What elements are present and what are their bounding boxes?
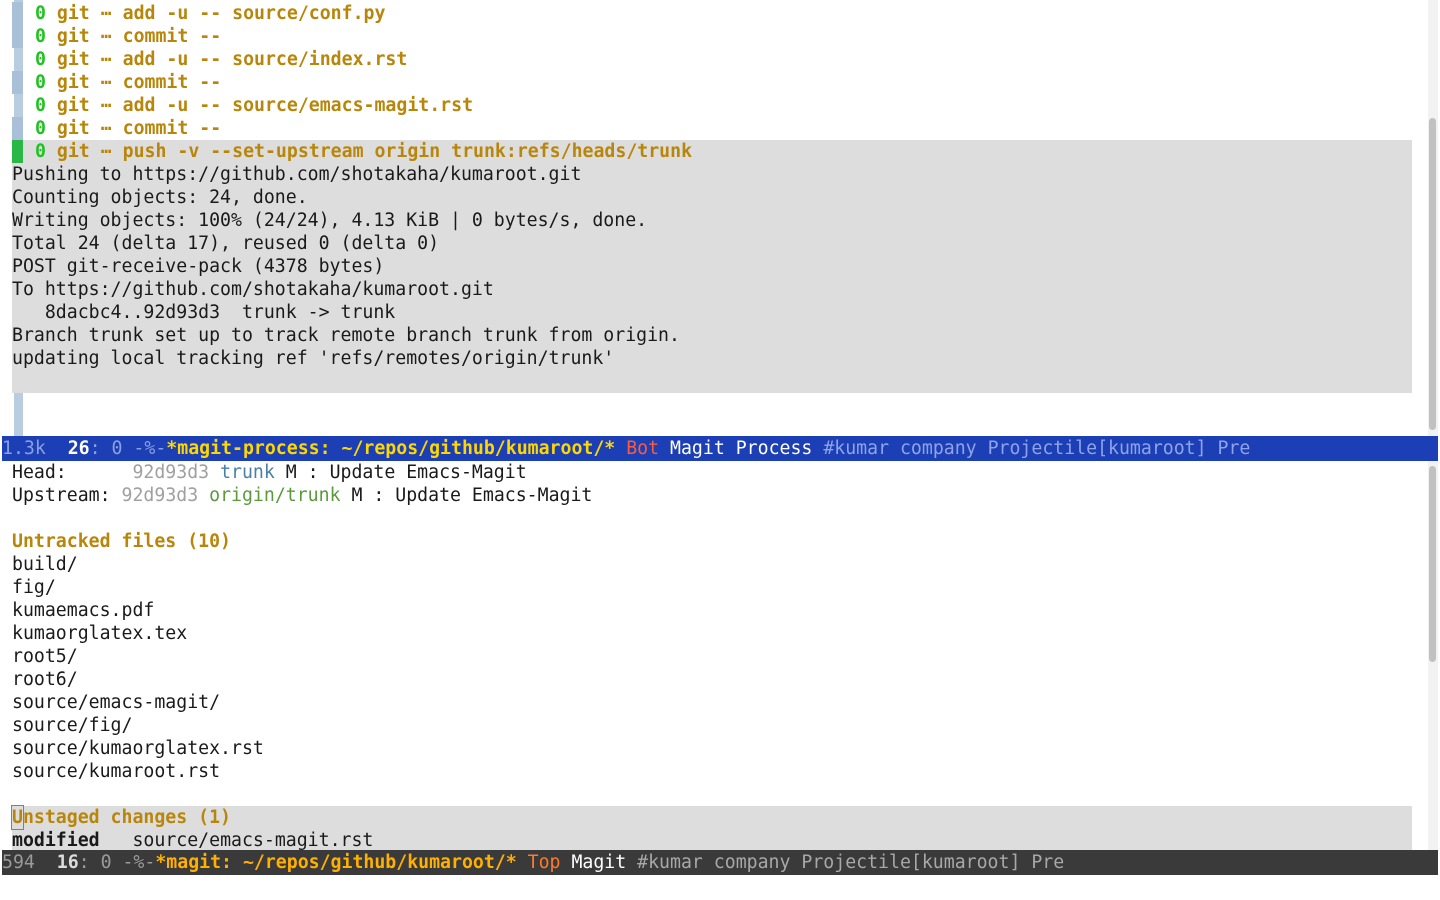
process-command-line[interactable]: 0 git ⋯ add -u -- source/conf.py xyxy=(0,2,1440,25)
modeline-minor-modes[interactable]: #kumar company Projectile[kumaroot] Pre xyxy=(823,438,1250,459)
untracked-file[interactable]: kumaorglatex.tex xyxy=(0,622,1424,645)
process-output-line: POST git-receive-pack (4378 bytes) xyxy=(12,256,385,277)
process-output-line: To https://github.com/shotakaha/kumaroot… xyxy=(12,279,494,300)
git-program: git xyxy=(56,141,90,162)
exit-code: 0 xyxy=(35,3,46,24)
modeline-buffer-name[interactable]: *magit: ~/repos/github/kumaroot/* xyxy=(155,852,516,873)
exit-code: 0 xyxy=(35,26,46,47)
process-modeline[interactable]: 1.3k 26: 0 -%-*magit-process: ~/repos/gi… xyxy=(2,436,1438,461)
git-arguments: add -u -- source/index.rst xyxy=(122,49,408,70)
ellipsis-icon: ⋯ xyxy=(100,26,112,47)
process-output-line: Branch trunk set up to track remote bran… xyxy=(12,325,680,346)
untracked-file[interactable]: fig/ xyxy=(0,576,1424,599)
exit-code: 0 xyxy=(35,118,46,139)
modeline-size: 594 xyxy=(2,852,35,873)
exit-code: 0 xyxy=(35,72,46,93)
head-message: M : Update Emacs-Magit xyxy=(285,462,527,483)
upstream-message: M : Update Emacs-Magit xyxy=(351,485,593,506)
ellipsis-icon: ⋯ xyxy=(100,3,112,24)
ellipsis-icon: ⋯ xyxy=(100,49,112,70)
untracked-file[interactable]: source/emacs-magit/ xyxy=(0,691,1424,714)
unstaged-status: modified xyxy=(12,830,100,850)
modeline-size: 1.3k xyxy=(2,438,46,459)
modeline-major-mode[interactable]: Magit xyxy=(571,852,626,873)
status-scroll-thumb[interactable] xyxy=(1429,466,1436,662)
git-program: git xyxy=(56,3,90,24)
modeline-major-mode[interactable]: Magit Process xyxy=(670,438,812,459)
unstaged-item[interactable]: modified source/emacs-magit.rst xyxy=(0,829,1424,850)
git-arguments: add -u -- source/conf.py xyxy=(122,3,386,24)
process-command-line[interactable]: 0 git ⋯ add -u -- source/emacs-magit.rst xyxy=(0,94,1440,117)
process-command-line[interactable]: 0 git ⋯ add -u -- source/index.rst xyxy=(0,48,1440,71)
git-program: git xyxy=(56,118,90,139)
modeline-flags: -%- xyxy=(122,438,167,459)
upstream-label: Upstream: xyxy=(12,485,111,506)
untracked-file[interactable]: root5/ xyxy=(0,645,1424,668)
text-cursor: U xyxy=(11,805,24,830)
process-command-line[interactable]: 0 git ⋯ push -v --set-upstream origin tr… xyxy=(0,140,1440,163)
modeline-position: Top xyxy=(527,852,561,873)
head-label: Head: xyxy=(12,462,67,483)
ellipsis-icon: ⋯ xyxy=(100,72,112,93)
exit-code: 0 xyxy=(35,95,46,116)
untracked-heading[interactable]: Untracked files (10) xyxy=(0,530,1424,553)
upstream-hash[interactable]: 92d93d3 xyxy=(122,485,199,506)
process-output-line: Counting objects: 24, done. xyxy=(12,187,308,208)
process-scroll-thumb[interactable] xyxy=(1429,118,1436,430)
untracked-file[interactable]: source/fig/ xyxy=(0,714,1424,737)
unstaged-file[interactable]: source/emacs-magit.rst xyxy=(132,830,373,850)
git-program: git xyxy=(56,49,90,70)
process-command-line[interactable]: 0 git ⋯ commit -- xyxy=(0,117,1440,140)
process-output-line: Pushing to https://github.com/shotakaha/… xyxy=(12,164,582,185)
process-output-line: Writing objects: 100% (24/24), 4.13 KiB … xyxy=(12,210,648,231)
modeline-line: 16 xyxy=(56,852,79,873)
process-output-line: Total 24 (delta 17), reused 0 (delta 0) xyxy=(12,233,440,254)
head-line: Head: 92d93d3 trunk M : Update Emacs-Mag… xyxy=(0,461,1424,484)
unstaged-heading-text: nstaged changes (1) xyxy=(22,807,231,828)
untracked-file[interactable]: build/ xyxy=(0,553,1424,576)
modeline-flags: -%- xyxy=(111,852,156,873)
modeline-buffer-name[interactable]: *magit-process: ~/repos/github/kumaroot/… xyxy=(166,438,615,459)
minibuffer[interactable] xyxy=(0,875,1440,900)
modeline-col: : 0 xyxy=(78,852,112,873)
untracked-file[interactable]: source/kumaorglatex.rst xyxy=(0,737,1424,760)
ellipsis-icon: ⋯ xyxy=(100,141,112,162)
git-arguments: commit -- xyxy=(122,72,222,93)
upstream-branch[interactable]: origin/trunk xyxy=(209,485,340,506)
head-hash[interactable]: 92d93d3 xyxy=(132,462,209,483)
upstream-line: Upstream: 92d93d3 origin/trunk M : Updat… xyxy=(0,484,1424,507)
modeline-minor-modes[interactable]: #kumar company Projectile[kumaroot] Pre xyxy=(637,852,1064,873)
ellipsis-icon: ⋯ xyxy=(100,118,112,139)
process-command-line[interactable]: 0 git ⋯ commit -- xyxy=(0,25,1440,48)
untracked-file[interactable]: root6/ xyxy=(0,668,1424,691)
untracked-file[interactable]: kumaemacs.pdf xyxy=(0,599,1424,622)
process-output-line: updating local tracking ref 'refs/remote… xyxy=(12,348,615,369)
head-branch[interactable]: trunk xyxy=(220,462,275,483)
exit-code: 0 xyxy=(35,49,46,70)
modeline-col: : 0 xyxy=(89,438,123,459)
unstaged-heading[interactable]: Unstaged changes (1) xyxy=(0,805,1424,830)
git-program: git xyxy=(56,95,90,116)
git-program: git xyxy=(56,72,90,93)
git-arguments: push -v --set-upstream origin trunk:refs… xyxy=(122,141,693,162)
git-arguments: commit -- xyxy=(122,26,222,47)
ellipsis-icon: ⋯ xyxy=(100,95,112,116)
process-output-line: 8dacbc4..92d93d3 trunk -> trunk xyxy=(12,302,396,323)
git-arguments: add -u -- source/emacs-magit.rst xyxy=(122,95,474,116)
git-arguments: commit -- xyxy=(122,118,222,139)
process-command-line[interactable]: 0 git ⋯ commit -- xyxy=(0,71,1440,94)
modeline-line: 26 xyxy=(67,438,90,459)
git-program: git xyxy=(56,26,90,47)
status-modeline[interactable]: 594 16: 0 -%-*magit: ~/repos/github/kuma… xyxy=(2,850,1438,875)
modeline-position: Bot xyxy=(626,438,660,459)
exit-code: 0 xyxy=(35,141,46,162)
untracked-file[interactable]: source/kumaroot.rst xyxy=(0,760,1424,783)
